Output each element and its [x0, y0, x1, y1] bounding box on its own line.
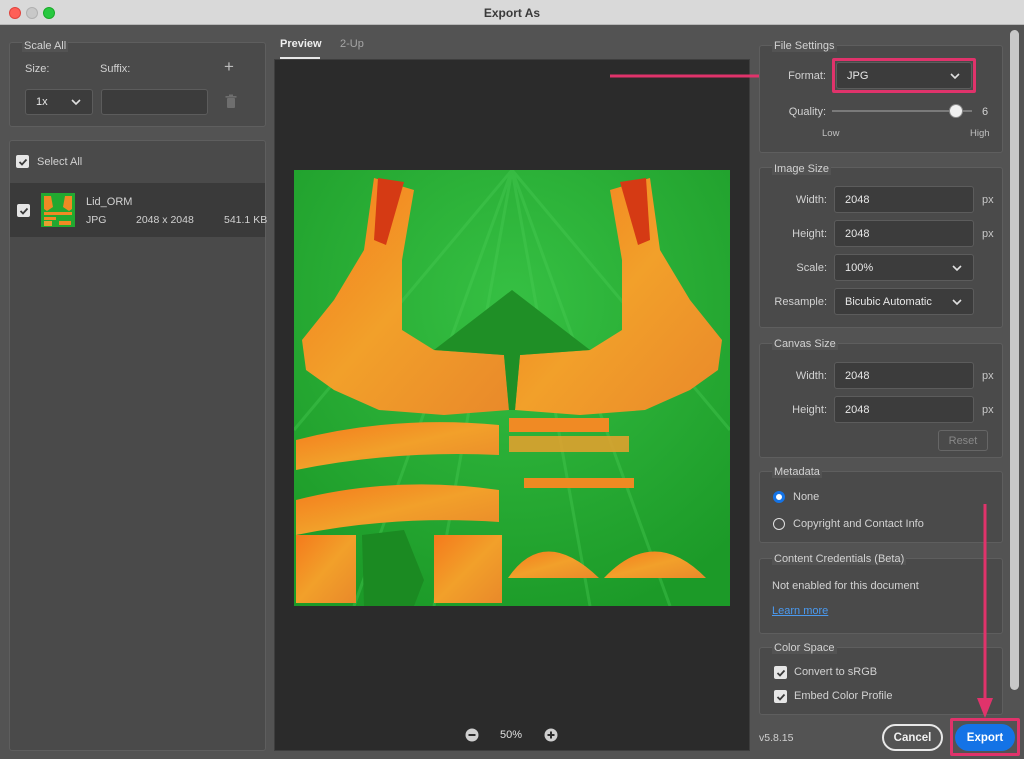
image-size-title: Image Size	[772, 163, 832, 175]
version-label: v5.8.15	[759, 732, 794, 744]
metadata-copyright-label: Copyright and Contact Info	[793, 518, 924, 530]
select-all-checkbox[interactable]	[16, 155, 29, 168]
width-label: Width:	[795, 194, 827, 206]
content-credentials-panel	[759, 558, 1003, 634]
asset-dimensions: 2048 x 2048	[136, 214, 194, 226]
select-all-label: Select All	[37, 156, 83, 168]
format-select-value: JPG	[847, 69, 869, 82]
add-scale-icon[interactable]: +	[224, 58, 234, 75]
canvas-width-unit: px	[982, 370, 994, 382]
zoom-out-icon[interactable]	[465, 728, 479, 742]
metadata-none-label: None	[793, 491, 820, 503]
canvas-size-title: Canvas Size	[772, 338, 838, 350]
reset-button[interactable]: Reset	[938, 430, 988, 451]
suffix-label: Suffix:	[100, 63, 131, 75]
asset-format: JPG	[86, 214, 107, 226]
asset-filesize: 541.1 KB	[224, 214, 268, 226]
content-credentials-status: Not enabled for this document	[772, 580, 919, 592]
metadata-none-radio[interactable]	[773, 491, 785, 503]
metadata-title: Metadata	[772, 466, 822, 478]
trash-icon[interactable]	[224, 94, 238, 109]
resample-label: Resample:	[774, 296, 827, 308]
content-credentials-title: Content Credentials (Beta)	[772, 553, 907, 565]
width-unit: px	[982, 194, 994, 206]
file-settings-title: File Settings	[772, 40, 837, 52]
settings-scrollbar[interactable]	[1010, 30, 1019, 690]
checkmark-icon	[776, 693, 785, 701]
canvas-height-label: Height:	[792, 404, 827, 416]
checkmark-icon	[776, 669, 785, 677]
format-select[interactable]: JPG	[836, 62, 972, 89]
scale-select[interactable]: 100%	[834, 254, 974, 281]
image-height-input[interactable]: 2048	[834, 220, 974, 247]
resample-select[interactable]: Bicubic Automatic	[834, 288, 974, 315]
size-select-value: 1x	[36, 96, 48, 108]
zoom-in-icon[interactable]	[544, 728, 558, 742]
quality-label: Quality:	[788, 106, 826, 118]
chevron-down-icon	[950, 72, 960, 79]
checkmark-icon	[18, 158, 27, 166]
tab-2up[interactable]: 2-Up	[340, 38, 364, 50]
color-space-title: Color Space	[772, 642, 837, 654]
scale-all-title: Scale All	[22, 40, 69, 52]
color-space-panel	[759, 647, 1003, 715]
resample-select-value: Bicubic Automatic	[845, 295, 932, 308]
convert-srgb-checkbox[interactable]	[774, 666, 787, 679]
asset-checkbox[interactable]	[17, 204, 30, 217]
canvas-height-unit: px	[982, 404, 994, 416]
embed-profile-checkbox[interactable]	[774, 690, 787, 703]
height-label: Height:	[792, 228, 827, 240]
canvas-height-input[interactable]: 2048	[834, 396, 974, 423]
size-select[interactable]: 1x	[25, 89, 93, 115]
canvas-width-input[interactable]: 2048	[834, 362, 974, 389]
export-button[interactable]: Export	[955, 724, 1015, 751]
asset-thumbnail	[41, 193, 75, 227]
metadata-panel	[759, 471, 1003, 543]
tab-preview[interactable]: Preview	[280, 38, 322, 50]
chevron-down-icon	[71, 99, 81, 106]
window-title: Export As	[483, 6, 541, 20]
metadata-copyright-radio[interactable]	[773, 518, 785, 530]
preview-image	[294, 170, 730, 606]
cancel-button[interactable]: Cancel	[882, 724, 943, 751]
embed-profile-label: Embed Color Profile	[794, 690, 893, 702]
zoom-level: 50%	[500, 729, 523, 741]
learn-more-link[interactable]: Learn more	[772, 605, 828, 617]
size-label: Size:	[25, 63, 50, 75]
chevron-down-icon	[952, 298, 962, 305]
annotation-down-arrow-icon	[977, 504, 993, 718]
scale-label: Scale:	[796, 262, 827, 274]
image-width-input[interactable]: 2048	[834, 186, 974, 213]
quality-slider-knob[interactable]	[948, 104, 963, 118]
asset-name: Lid_ORM	[86, 196, 133, 208]
chevron-down-icon	[952, 264, 962, 271]
quality-low-label: Low	[822, 128, 840, 139]
canvas-width-label: Width:	[795, 370, 827, 382]
quality-value: 6	[982, 106, 989, 118]
quality-high-label: High	[970, 128, 990, 139]
checkmark-icon	[19, 207, 28, 215]
scale-select-value: 100%	[845, 261, 874, 274]
suffix-input[interactable]	[101, 89, 208, 115]
convert-srgb-label: Convert to sRGB	[794, 666, 878, 678]
title-bar: Export As	[0, 0, 1024, 25]
height-unit: px	[982, 228, 994, 240]
format-label: Format:	[788, 70, 826, 82]
